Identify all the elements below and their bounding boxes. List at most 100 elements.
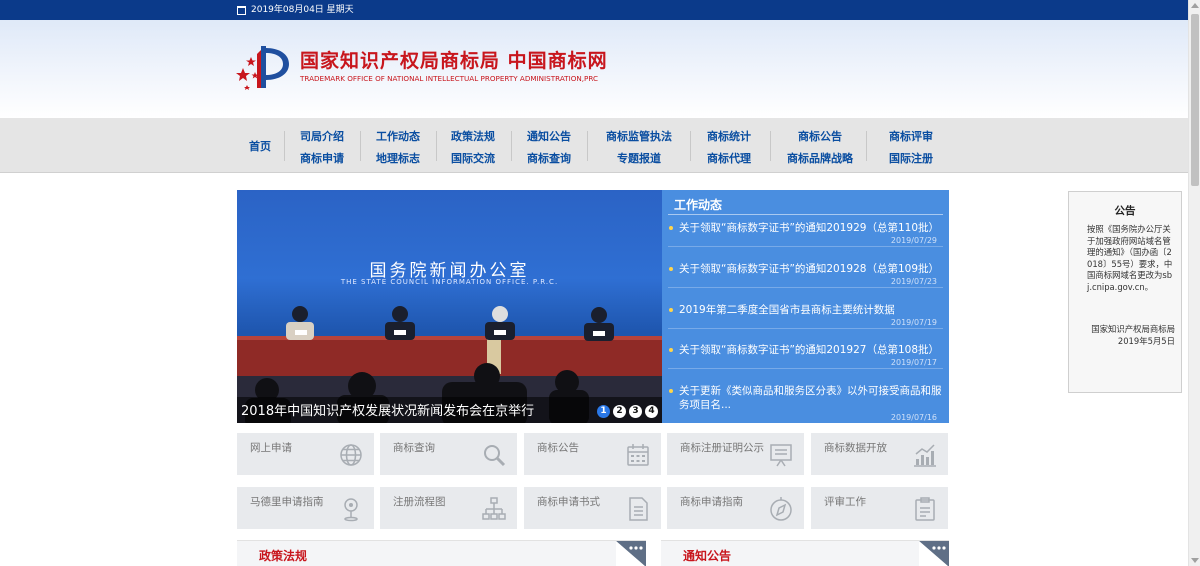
flow-icon	[482, 497, 506, 520]
tile-label: 网上申请	[250, 442, 292, 454]
tile-label: 商标申请书式	[537, 496, 600, 508]
nav-item-work-news[interactable]: 工作动态	[363, 126, 433, 148]
tile-label: 商标查询	[393, 442, 435, 454]
tile-madrid-guide[interactable]: 马德里申请指南	[237, 487, 374, 529]
site-title[interactable]: 国家知识产权局商标局 中国商标网	[300, 46, 608, 73]
site-subtitle: TRADEMARK OFFICE OF NATIONAL INTELLECTUA…	[300, 74, 598, 83]
nav-column: 商标监管执法 专题报道	[604, 126, 674, 170]
nav-divider	[360, 131, 361, 161]
compass-icon	[770, 497, 792, 521]
nav-item-intl-registration[interactable]: 国际注册	[876, 148, 946, 170]
tile-tm-gazette[interactable]: 商标公告	[524, 433, 661, 475]
tile-label: 注册流程图	[393, 496, 446, 508]
tile-application-guide[interactable]: 商标申请指南	[667, 487, 804, 529]
nav-item-tm-gazette[interactable]: 商标公告	[785, 126, 855, 148]
section-title[interactable]: 政策法规	[259, 547, 307, 564]
nav-item-tm-search[interactable]: 商标查询	[514, 148, 584, 170]
nav-item-tm-application[interactable]: 商标申请	[287, 148, 357, 170]
nav-item-special-report[interactable]: 专题报道	[604, 148, 674, 170]
tile-data-open[interactable]: 商标数据开放	[811, 433, 948, 475]
scrollbar-thumb[interactable]	[1191, 14, 1199, 186]
news-item[interactable]: 关于领取“商标数字证书”的通知201929（总第110批） 2019/07/29	[668, 221, 943, 247]
news-item-date: 2019/07/23	[890, 277, 937, 286]
work-news-panel: 工作动态 关于领取“商标数字证书”的通知201929（总第110批） 2019/…	[662, 190, 949, 423]
nav-column: 工作动态 地理标志	[363, 126, 433, 170]
news-item[interactable]: 关于领取“商标数字证书”的通知201927（总第108批） 2019/07/17	[668, 343, 943, 369]
carousel-caption[interactable]: 2018年中国知识产权发展状况新闻发布会在京举行	[241, 400, 534, 419]
news-item[interactable]: 关于领取“商标数字证书”的通知201928（总第109批） 2019/07/23	[668, 262, 943, 288]
news-item-title[interactable]: 关于领取“商标数字证书”的通知201927（总第108批）	[668, 343, 943, 357]
notice-signer: 国家知识产权局商标局	[1091, 324, 1175, 334]
tile-registration-flow[interactable]: 注册流程图	[380, 487, 517, 529]
carousel-dot-4[interactable]: 4	[645, 405, 658, 418]
clipboard-icon	[915, 497, 935, 521]
scroll-up-icon[interactable]	[1191, 3, 1199, 8]
nav-column: 商标评审 国际注册	[876, 126, 946, 170]
nav-item-tm-review[interactable]: 商标评审	[876, 126, 946, 148]
tile-label: 商标公告	[537, 442, 579, 454]
main-nav: 首页 司局介绍 商标申请 工作动态 地理标志 政策法规 国际交流 通知公告 商标…	[0, 118, 1188, 173]
nav-item-policy[interactable]: 政策法规	[438, 126, 508, 148]
news-item-title[interactable]: 关于领取“商标数字证书”的通知201928（总第109批）	[668, 262, 943, 276]
image-carousel[interactable]: 国务院新闻办公室 THE STATE COUNCIL INFORMATION O…	[237, 190, 662, 423]
domain-change-notice: 公告 按照《国务院办公厅关于加强政府网站域名管理的通知》（国办函〔2018〕55…	[1068, 191, 1182, 393]
magnifier-icon	[484, 445, 506, 467]
nav-item-brand-strategy[interactable]: 商标品牌战略	[785, 148, 855, 170]
news-item-date: 2019/07/17	[890, 358, 937, 367]
news-item[interactable]: 关于更新《类似商品和服务区分表》以外可接受商品和服务项目名... 2019/07…	[668, 384, 943, 423]
section-title[interactable]: 通知公告	[683, 547, 731, 564]
nav-divider	[511, 131, 512, 161]
nav-home[interactable]: 首页	[249, 138, 271, 154]
news-item-title[interactable]: 关于领取“商标数字证书”的通知201929（总第110批）	[668, 221, 943, 235]
news-item-title[interactable]: 2019年第二季度全国省市县商标主要统计数据	[668, 303, 943, 317]
pin-icon	[344, 498, 358, 522]
nav-column: 商标公告 商标品牌战略	[785, 126, 855, 170]
date-display: 2019年08月04日 星期天	[237, 4, 354, 16]
work-news-heading[interactable]: 工作动态	[674, 196, 722, 213]
nav-item-statistics[interactable]: 商标统计	[694, 126, 764, 148]
nav-item-geo-indication[interactable]: 地理标志	[363, 148, 433, 170]
calendar-icon	[237, 5, 246, 15]
document-icon	[629, 497, 648, 521]
tile-registration-certificate[interactable]: 商标注册证明公示	[667, 433, 804, 475]
nav-item-bureau-intro[interactable]: 司局介绍	[287, 126, 357, 148]
nav-column: 商标统计 商标代理	[694, 126, 764, 170]
chart-icon	[914, 444, 936, 467]
nav-divider	[436, 131, 437, 161]
cnipa-logo-icon[interactable]	[235, 42, 295, 90]
carousel-dot-2[interactable]: 2	[613, 405, 626, 418]
tile-label: 商标申请指南	[680, 496, 743, 508]
date-text: 2019年08月04日 星期天	[251, 5, 354, 15]
news-item-date: 2019/07/29	[890, 236, 937, 245]
tile-review-work[interactable]: 评审工作	[811, 487, 948, 529]
top-bar: 2019年08月04日 星期天	[0, 0, 1188, 20]
calendar-icon	[627, 444, 649, 466]
news-item-title[interactable]: 关于更新《类似商品和服务区分表》以外可接受商品和服务项目名...	[668, 384, 943, 412]
board-icon	[770, 444, 792, 467]
page-scrollbar[interactable]	[1188, 0, 1200, 566]
globe-icon	[340, 444, 362, 466]
carousel-pagination: 1 2 3 4	[597, 405, 658, 418]
nav-item-enforcement[interactable]: 商标监管执法	[604, 126, 674, 148]
tile-application-forms[interactable]: 商标申请书式	[524, 487, 661, 529]
nav-divider	[866, 131, 867, 161]
more-icon[interactable]	[919, 541, 949, 566]
more-icon[interactable]	[616, 541, 646, 566]
carousel-dot-3[interactable]: 3	[629, 405, 642, 418]
notice-title: 公告	[1114, 205, 1136, 217]
tile-online-application[interactable]: 网上申请	[237, 433, 374, 475]
scroll-down-icon[interactable]	[1191, 558, 1199, 563]
tile-tm-search[interactable]: 商标查询	[380, 433, 517, 475]
notice-signature: 国家知识产权局商标局 2019年5月5日	[1091, 323, 1175, 347]
notice-body: 按照《国务院办公厅关于加强政府网站域名管理的通知》（国办函〔2018〕55号）要…	[1087, 224, 1173, 292]
carousel-dot-1[interactable]: 1	[597, 405, 610, 418]
tile-label: 马德里申请指南	[250, 496, 324, 508]
tile-label: 商标数据开放	[824, 442, 887, 454]
nav-item-agency[interactable]: 商标代理	[694, 148, 764, 170]
nav-item-notices[interactable]: 通知公告	[514, 126, 584, 148]
site-header: 国家知识产权局商标局 中国商标网 TRADEMARK OFFICE OF NAT…	[0, 20, 1188, 118]
nav-divider	[284, 131, 285, 161]
nav-item-intl-exchange[interactable]: 国际交流	[438, 148, 508, 170]
notice-date: 2019年5月5日	[1117, 336, 1175, 346]
news-item[interactable]: 2019年第二季度全国省市县商标主要统计数据 2019/07/19	[668, 303, 943, 329]
